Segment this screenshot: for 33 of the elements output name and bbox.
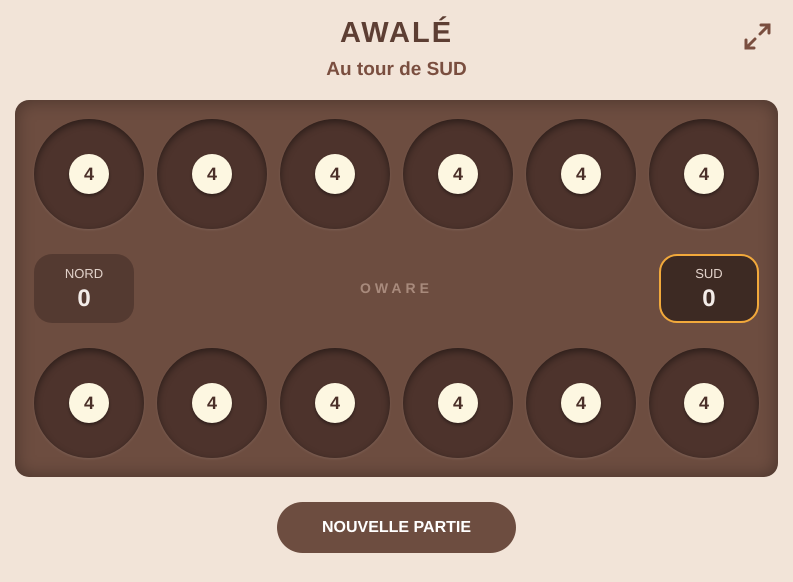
seed-count: 4: [438, 154, 478, 194]
pit[interactable]: 4: [280, 348, 390, 458]
pit[interactable]: 4: [157, 119, 267, 229]
seed-count: 4: [684, 383, 724, 423]
pit[interactable]: 4: [403, 348, 513, 458]
turn-status: Au tour de SUD: [326, 59, 467, 81]
fullscreen-icon[interactable]: [744, 23, 771, 50]
player-name: SUD: [695, 266, 723, 280]
seed-count: 4: [192, 154, 232, 194]
seed-count: 4: [192, 383, 232, 423]
player-name: NORD: [64, 266, 104, 280]
seed-count: 4: [684, 154, 724, 194]
pit[interactable]: 4: [157, 348, 267, 458]
player-score: 0: [702, 286, 716, 312]
player-score: 0: [77, 286, 91, 312]
game-title: AWALÉ: [340, 16, 454, 50]
seed-count: 4: [315, 383, 355, 423]
seed-count: 4: [561, 383, 601, 423]
pit[interactable]: 4: [526, 119, 636, 229]
new-game-button[interactable]: NOUVELLE PARTIE: [277, 502, 516, 553]
seed-count: 4: [315, 154, 355, 194]
pit[interactable]: 4: [280, 119, 390, 229]
seed-count: 4: [438, 383, 478, 423]
pit[interactable]: 4: [34, 348, 144, 458]
pit[interactable]: 4: [403, 119, 513, 229]
pit[interactable]: 4: [526, 348, 636, 458]
seed-count: 4: [69, 154, 109, 194]
seed-count: 4: [561, 154, 601, 194]
pit[interactable]: 4: [34, 119, 144, 229]
board-label: OWARE: [360, 279, 433, 298]
seed-count: 4: [69, 383, 109, 423]
pit[interactable]: 4: [649, 119, 759, 229]
pit[interactable]: 4: [649, 348, 759, 458]
